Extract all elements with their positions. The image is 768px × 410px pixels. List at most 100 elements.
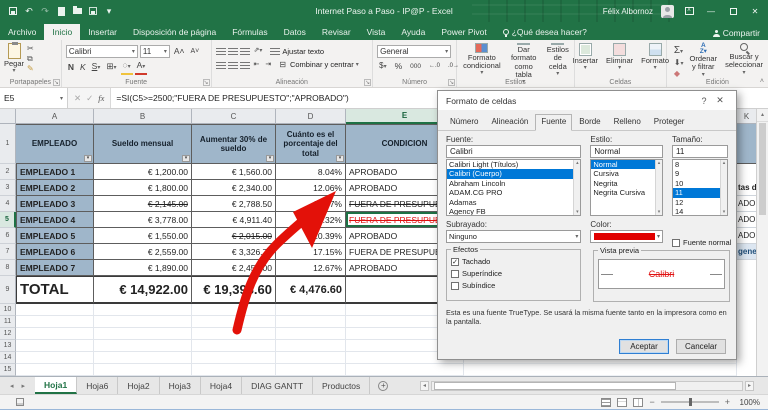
size-option[interactable]: 14 (673, 207, 727, 216)
dialog-launcher-icon[interactable]: ↘ (53, 79, 60, 86)
dialog-launcher-icon[interactable]: ↘ (448, 79, 455, 86)
fill-color-icon[interactable]: ◌▾ (121, 60, 133, 75)
cell-d8[interactable]: 12.67% (276, 260, 346, 276)
size-option[interactable]: 10 (673, 179, 727, 188)
row-header-1[interactable]: 1 (0, 124, 16, 164)
cell-c3[interactable]: € 2,340.00 (192, 180, 276, 196)
delete-cells-button[interactable]: Eliminar▾ (604, 43, 635, 77)
size-option[interactable]: 9 (673, 169, 727, 178)
sheet-tab-hoja3[interactable]: Hoja3 (160, 377, 201, 394)
column-header-d[interactable]: D (276, 109, 346, 124)
vertical-scroll-thumb[interactable] (759, 123, 766, 215)
row-header[interactable]: 2 (0, 164, 16, 180)
style-input[interactable]: Normal (590, 145, 663, 158)
row-header[interactable]: 3 (0, 180, 16, 196)
dialog-tab-relleno[interactable]: Relleno (608, 114, 647, 130)
share-button[interactable]: Compartir (713, 28, 760, 38)
italic-button[interactable]: K (78, 62, 88, 73)
cell-b9-total[interactable]: € 14,922.00 (94, 276, 192, 304)
decrease-font-icon[interactable]: A˅ (189, 46, 202, 57)
restore-button[interactable] (726, 4, 740, 18)
filter-dropdown-icon[interactable]: ▾ (336, 155, 344, 162)
tab-archivo[interactable]: Archivo (0, 24, 44, 40)
normal-view-icon[interactable] (601, 398, 611, 407)
dialog-tab-alineacion[interactable]: Alineación (485, 114, 534, 130)
autosum-icon[interactable]: Σ▾ (674, 46, 684, 57)
find-select-button[interactable]: Buscar y seleccionar▾ (723, 43, 765, 77)
sheet-tab-hoja4[interactable]: Hoja4 (201, 377, 242, 394)
color-dropdown[interactable]: ▾ (590, 230, 663, 243)
copy-icon[interactable]: ⧉ (27, 55, 34, 63)
align-middle-icon[interactable] (228, 47, 238, 55)
page-break-view-icon[interactable] (633, 398, 643, 407)
align-center-icon[interactable] (228, 61, 238, 69)
font-option[interactable]: Adamas (447, 198, 580, 207)
zoom-slider[interactable] (661, 401, 719, 403)
cell-b7[interactable]: € 2,559.00 (94, 244, 192, 260)
orientation-icon[interactable]: ⇗▾ (252, 45, 265, 57)
accept-button[interactable]: Aceptar (619, 339, 669, 354)
cell-c8[interactable]: € 2,457.00 (192, 260, 276, 276)
size-option[interactable]: 8 (673, 160, 727, 169)
increase-decimal-icon[interactable]: ←.0 (427, 61, 442, 72)
tab-datos[interactable]: Datos (276, 24, 314, 40)
style-option[interactable]: Cursiva (591, 169, 662, 178)
font-option-selected[interactable]: Calibri (Cuerpo) (447, 169, 580, 178)
font-option[interactable]: ADAM.CG PRO (447, 188, 580, 197)
horizontal-scroll-thumb[interactable] (434, 382, 676, 390)
tab-inicio[interactable]: Inicio (44, 24, 80, 40)
decrease-indent-icon[interactable]: ⇤ (252, 59, 262, 70)
size-option-selected[interactable]: 11 (673, 188, 727, 197)
accounting-format-icon[interactable]: $▾ (377, 60, 388, 73)
align-bottom-icon[interactable] (240, 47, 250, 55)
align-left-icon[interactable] (216, 61, 226, 69)
page-layout-view-icon[interactable] (617, 398, 627, 407)
tab-disposicion[interactable]: Disposición de página (125, 24, 224, 40)
size-input[interactable]: 11 (672, 145, 728, 158)
dialog-tab-proteger[interactable]: Proteger (648, 114, 691, 130)
normal-font-checkbox[interactable]: Fuente normal (672, 238, 728, 247)
fill-icon[interactable]: ⬇▾ (674, 59, 684, 68)
dialog-tab-numero[interactable]: Número (444, 114, 484, 130)
select-all-corner[interactable] (0, 109, 16, 124)
horizontal-scrollbar[interactable]: ◂ ▸ (420, 380, 754, 391)
cell-c4[interactable]: € 2,788.50 (192, 196, 276, 212)
clear-icon[interactable]: ◆ (674, 70, 684, 78)
row-header[interactable]: 6 (0, 228, 16, 244)
tab-formulas[interactable]: Fórmulas (224, 24, 275, 40)
font-color-icon[interactable]: A▾ (135, 60, 148, 75)
confirm-entry-icon[interactable]: ✓ (86, 93, 93, 104)
style-option[interactable]: Negrita (591, 179, 662, 188)
name-box[interactable]: E5▾ (0, 88, 68, 108)
zoom-out-icon[interactable]: − (649, 397, 654, 407)
cell-b5[interactable]: € 3,778.00 (94, 212, 192, 228)
cell-d4[interactable]: 14.37% (276, 196, 346, 212)
size-option[interactable]: 12 (673, 198, 727, 207)
list-scrollbar[interactable]: ▴▾ (720, 160, 727, 215)
cell-a5[interactable]: EMPLEADO 4 (16, 212, 94, 228)
cell-b3[interactable]: € 1,800.00 (94, 180, 192, 196)
print-preview-icon[interactable] (88, 6, 98, 16)
cell-b2[interactable]: € 1,200.00 (94, 164, 192, 180)
collapse-ribbon-icon[interactable]: ˄ (760, 78, 764, 85)
align-right-icon[interactable] (240, 61, 250, 69)
subscript-checkbox[interactable]: Subíndice (451, 281, 576, 290)
cell-a4[interactable]: EMPLEADO 3 (16, 196, 94, 212)
conditional-formatting-button[interactable]: Formato condicional▾ (461, 43, 503, 77)
cell-b8[interactable]: € 1,890.00 (94, 260, 192, 276)
tab-ayuda[interactable]: Ayuda (393, 24, 433, 40)
dialog-launcher-icon[interactable]: ↘ (364, 79, 371, 86)
underline-dropdown[interactable]: Ninguno▾ (446, 230, 581, 243)
dialog-tab-fuente[interactable]: Fuente (535, 114, 572, 131)
insert-function-icon[interactable]: fx (98, 93, 104, 103)
cell-styles-button[interactable]: Estilos de celda▾ (545, 43, 571, 77)
cancel-button[interactable]: Cancelar (676, 339, 726, 354)
cell-b4[interactable]: € 2,145.00 (94, 196, 192, 212)
column-header-a[interactable]: A (16, 109, 94, 124)
style-option[interactable]: Negrita Cursiva (591, 188, 662, 197)
merge-center-button[interactable]: ⊟ Combinar y centrar ▾ (277, 59, 359, 70)
cell-d5[interactable]: 25.32% (276, 212, 346, 228)
cell-c9-total[interactable]: € 19,398.60 (192, 276, 276, 304)
row-header-selected[interactable]: 5 (0, 212, 16, 228)
header-sueldo[interactable]: Sueldo mensual▾ (94, 124, 192, 164)
